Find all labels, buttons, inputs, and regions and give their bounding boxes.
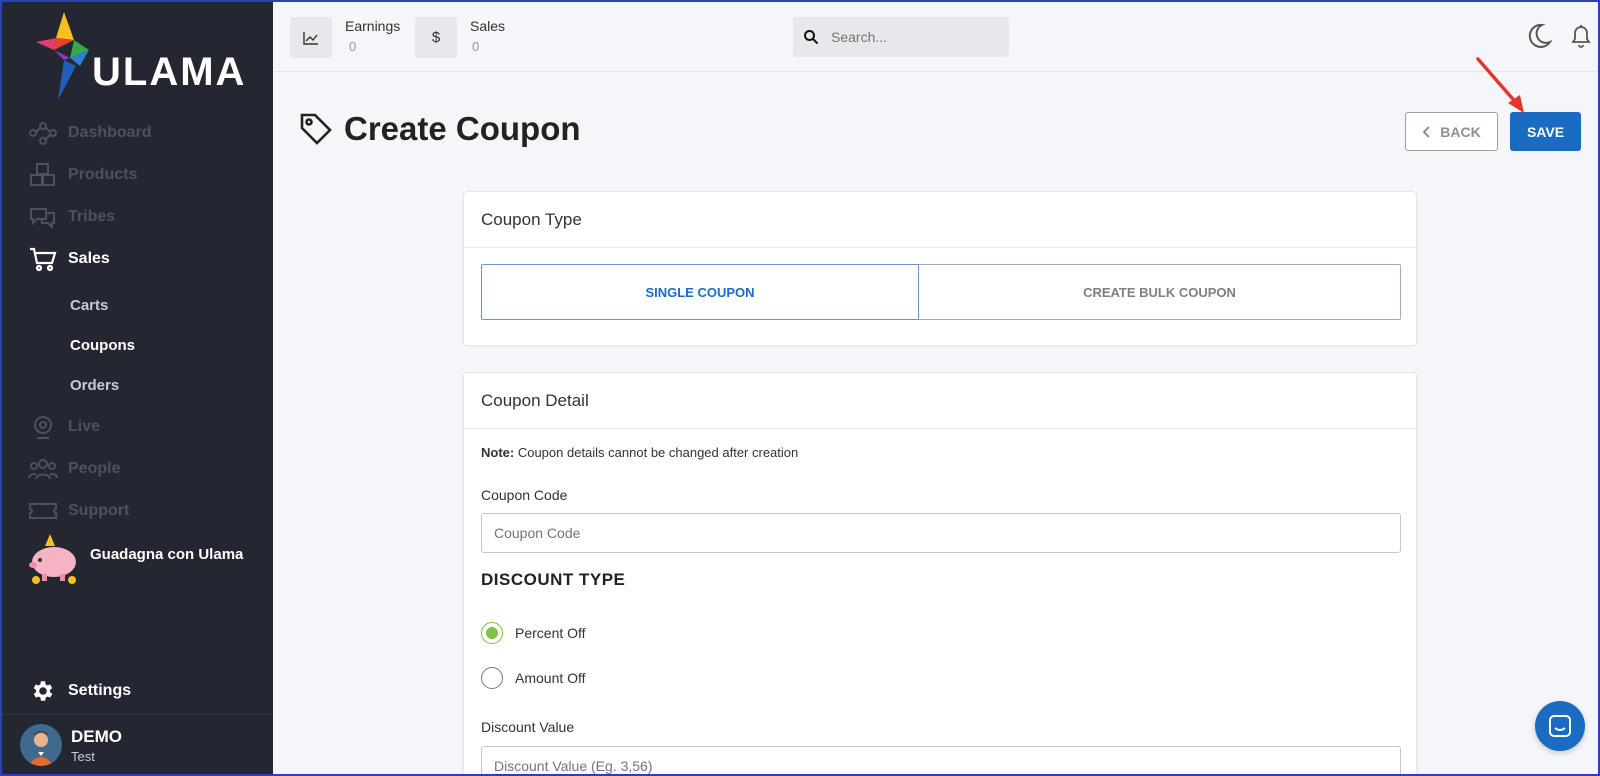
earnings-chart-icon [290, 17, 332, 58]
dollar-icon: $ [415, 17, 457, 58]
single-coupon-option[interactable]: SINGLE COUPON [481, 264, 919, 320]
bell-icon[interactable] [1569, 22, 1593, 50]
sidebar-subitem-coupons[interactable]: Coupons [70, 337, 135, 354]
ulama-logo[interactable]: ULAMA [34, 10, 244, 102]
graph-nodes-icon [28, 120, 58, 146]
piggy-bank-icon [29, 534, 76, 584]
coupon-type-selector: SINGLE COUPON CREATE BULK COUPON [481, 264, 1401, 320]
sidebar: ULAMA Dashboard Products Tribes Sales Ca… [0, 0, 273, 776]
sidebar-item-support[interactable]: Support [28, 496, 129, 526]
webcam-icon [28, 414, 58, 440]
creation-note: Note: Coupon details cannot be changed a… [481, 445, 798, 460]
coupon-detail-card: Coupon Detail Note: Coupon details canno… [463, 372, 1417, 776]
sidebar-item-products[interactable]: Products [28, 160, 137, 190]
discount-value-input[interactable] [481, 746, 1401, 776]
chevron-left-icon [1422, 125, 1430, 138]
ticket-icon [28, 498, 58, 524]
bulk-coupon-option[interactable]: CREATE BULK COUPON [919, 264, 1401, 320]
sidebar-item-label: Live [68, 418, 101, 435]
radio-label: Percent Off [515, 625, 586, 641]
sidebar-item-settings[interactable]: Settings [30, 678, 131, 704]
sidebar-item-sales[interactable]: Sales [28, 244, 110, 274]
tag-icon [300, 113, 332, 145]
chat-icon [1549, 715, 1571, 737]
sidebar-item-people[interactable]: People [28, 454, 120, 484]
sidebar-item-live[interactable]: Live [28, 412, 100, 442]
back-button[interactable]: BACK [1405, 112, 1498, 151]
discount-type-title: DISCOUNT TYPE [481, 570, 626, 589]
chat-launcher-button[interactable] [1535, 701, 1585, 751]
coupon-code-label: Coupon Code [481, 487, 568, 503]
top-bar: Earnings 0 $ Sales 0 [273, 0, 1600, 72]
discount-value-label: Discount Value [481, 719, 575, 735]
sidebar-item-tribes[interactable]: Tribes [28, 202, 115, 232]
moon-icon[interactable] [1526, 22, 1552, 50]
save-button[interactable]: SAVE [1510, 112, 1581, 151]
coupon-type-card: Coupon Type SINGLE COUPON CREATE BULK CO… [463, 191, 1417, 346]
sidebar-item-label: Dashboard [68, 124, 152, 141]
coupon-code-input[interactable] [481, 513, 1401, 553]
chat-bubbles-icon [28, 204, 58, 230]
coupon-detail-header: Coupon Detail [464, 373, 1416, 429]
sidebar-item-label: People [68, 460, 121, 477]
earnings-value: 0 [349, 39, 357, 54]
sales-label: Sales [470, 18, 506, 34]
people-icon [28, 456, 58, 482]
brand-name: ULAMA [92, 50, 247, 94]
radio-unchecked[interactable] [481, 667, 503, 689]
search-box [793, 17, 1009, 57]
boxes-icon [28, 162, 58, 188]
user-subtitle: Test [71, 748, 95, 764]
back-label: BACK [1440, 123, 1481, 140]
sidebar-item-label: Tribes [68, 208, 116, 225]
radio-label: Amount Off [515, 670, 586, 686]
gear-icon [33, 681, 53, 701]
cart-icon [28, 246, 58, 272]
note-text: Coupon details cannot be changed after c… [514, 445, 799, 460]
page-title: Create Coupon [298, 110, 581, 148]
note-label: Note: [481, 445, 515, 460]
coupon-type-header: Coupon Type [464, 192, 1416, 248]
sales-value: 0 [472, 39, 480, 54]
search-icon [804, 30, 819, 45]
sidebar-subitem-orders[interactable]: Orders [70, 377, 119, 394]
promo-guadagna[interactable]: Guadagna con Ulama [28, 532, 243, 584]
sidebar-item-dashboard[interactable]: Dashboard [28, 118, 152, 148]
sidebar-item-label: Support [68, 502, 130, 519]
page-title-text: Create Coupon [344, 110, 581, 147]
radio-percent-off[interactable]: Percent Off [481, 622, 586, 644]
sidebar-item-label: Products [68, 166, 138, 183]
sidebar-item-label: Sales [68, 250, 110, 267]
radio-checked[interactable] [481, 622, 503, 644]
user-name: DEMO [71, 726, 122, 746]
settings-label: Settings [68, 682, 132, 699]
search-input[interactable] [831, 29, 981, 45]
user-profile[interactable]: DEMO Test [20, 724, 122, 766]
sidebar-subitem-carts[interactable]: Carts [70, 297, 108, 314]
red-arrow-annotation-icon [1476, 57, 1524, 113]
earnings-label: Earnings [345, 18, 401, 34]
avatar [20, 724, 62, 766]
sidebar-divider [0, 714, 273, 715]
radio-amount-off[interactable]: Amount Off [481, 667, 586, 689]
promo-label: Guadagna con Ulama [90, 545, 244, 563]
